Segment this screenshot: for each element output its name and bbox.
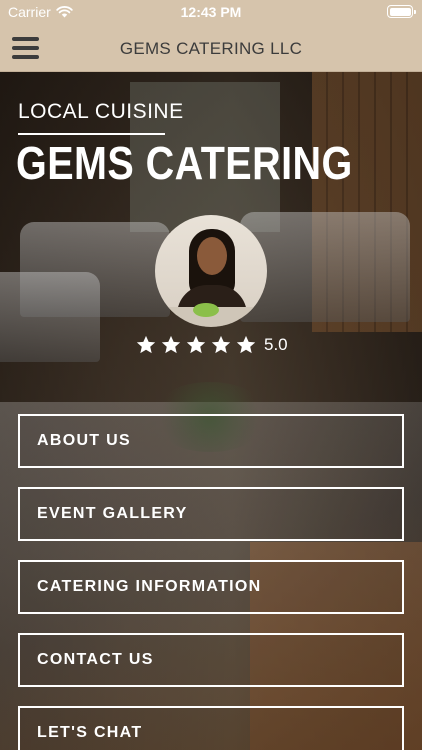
- eyebrow-text: LOCAL CUISINE: [18, 100, 184, 123]
- star-icon: [236, 335, 256, 354]
- avatar: [155, 215, 267, 327]
- rating-value: 5.0: [264, 335, 288, 354]
- eyebrow-underline: [18, 133, 165, 135]
- star-icon: [161, 335, 181, 354]
- background-chafer: [0, 272, 100, 362]
- star-icon: [186, 335, 206, 354]
- hero-section: LOCAL CUISINE GEMS CATERING 5.0 ABOUT US…: [0, 72, 422, 750]
- about-us-button[interactable]: ABOUT US: [18, 414, 404, 468]
- page-title: GEMS CATERING: [16, 137, 353, 189]
- nav-title: GEMS CATERING LLC: [119, 39, 303, 58]
- status-bar: Carrier 12:43 PM: [0, 0, 422, 26]
- battery-icon: [387, 5, 416, 18]
- contact-us-button[interactable]: CONTACT US: [18, 633, 404, 687]
- nav-bar: GEMS CATERING LLC: [0, 26, 422, 72]
- event-gallery-button[interactable]: EVENT GALLERY: [18, 487, 404, 541]
- status-time: 12:43 PM: [180, 4, 242, 20]
- rating: 5.0: [135, 334, 288, 356]
- catering-information-button[interactable]: CATERING INFORMATION: [18, 560, 404, 614]
- star-icon: [136, 335, 156, 354]
- lets-chat-button[interactable]: LET'S CHAT: [18, 706, 404, 750]
- star-icon: [211, 335, 231, 354]
